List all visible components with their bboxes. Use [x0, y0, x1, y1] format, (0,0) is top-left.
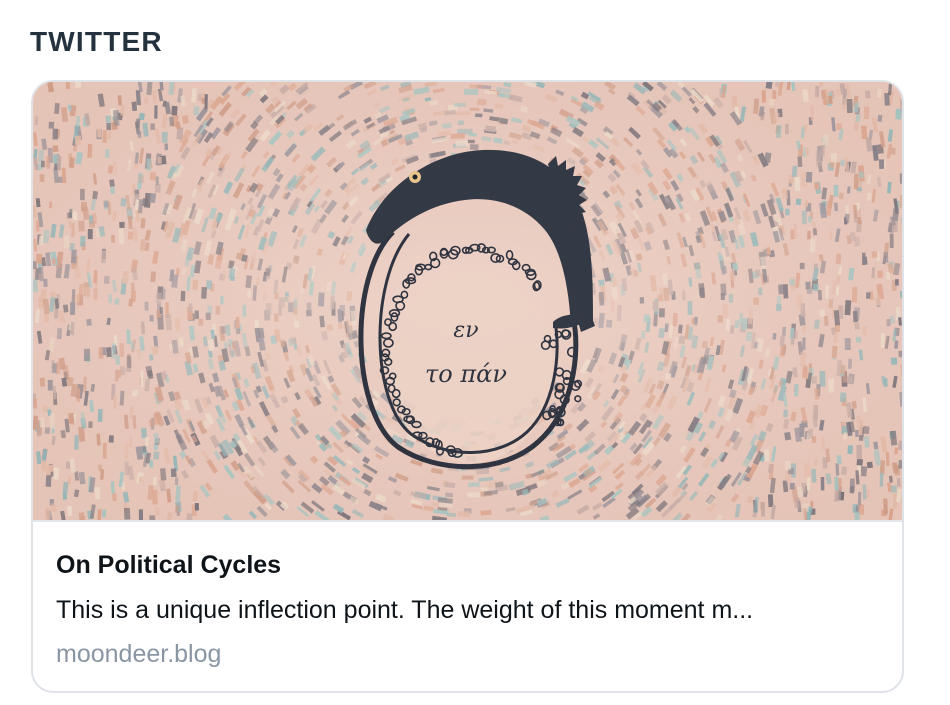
card-domain[interactable]: moondeer.blog [56, 639, 221, 669]
ouroboros-image: εν το πάν [33, 82, 902, 520]
card-description: This is a unique inflection point. The w… [56, 596, 754, 624]
card-title[interactable]: On Political Cycles [56, 550, 281, 580]
link-preview-card[interactable]: εν το πάν On Political Cycles This is a … [31, 80, 904, 693]
svg-text:εν: εν [453, 318, 478, 343]
section-label: TWITTER [30, 26, 163, 57]
card-image[interactable]: εν το πάν [33, 82, 902, 522]
inscription-text: το πάν [425, 360, 507, 388]
